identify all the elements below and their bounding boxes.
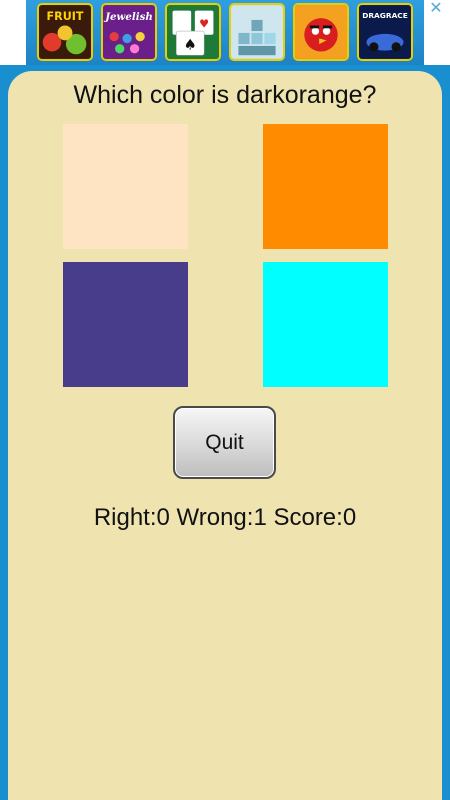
- ad-strip[interactable]: FRUIT Jewelish ♠ ♥ DRAGRACE: [26, 0, 424, 65]
- color-option-2[interactable]: [263, 124, 388, 249]
- question-text: Which color is darkorange?: [73, 81, 377, 109]
- block-puzzle-game-thumbnail[interactable]: [229, 3, 285, 61]
- dragrace-thumb-text: DRAGRACE: [362, 11, 408, 20]
- color-option-4[interactable]: [263, 262, 388, 387]
- drag-race-game-thumbnail[interactable]: DRAGRACE: [357, 3, 413, 61]
- quit-button[interactable]: Quit: [173, 406, 276, 479]
- quiz-panel: Which color is darkorange? Quit Right:0 …: [8, 71, 442, 800]
- color-option-3[interactable]: [63, 262, 188, 387]
- jewelish-game-thumbnail[interactable]: Jewelish: [101, 3, 157, 61]
- color-option-1[interactable]: [63, 124, 188, 249]
- solitaire-game-thumbnail[interactable]: ♠ ♥: [165, 3, 221, 61]
- ad-banner[interactable]: FRUIT Jewelish ♠ ♥ DRAGRACE ✕: [0, 0, 450, 65]
- close-icon[interactable]: ✕: [428, 0, 444, 16]
- angry-birds-game-thumbnail[interactable]: [293, 3, 349, 61]
- svg-text:♠: ♠: [184, 36, 197, 54]
- score-text: Right:0 Wrong:1 Score:0: [93, 504, 357, 531]
- svg-text:♥: ♥: [199, 17, 209, 30]
- fruit-thumb-text: FRUIT: [47, 10, 84, 23]
- jewelish-thumb-text: Jewelish: [103, 11, 153, 23]
- fruit-game-thumbnail[interactable]: FRUIT: [37, 3, 93, 61]
